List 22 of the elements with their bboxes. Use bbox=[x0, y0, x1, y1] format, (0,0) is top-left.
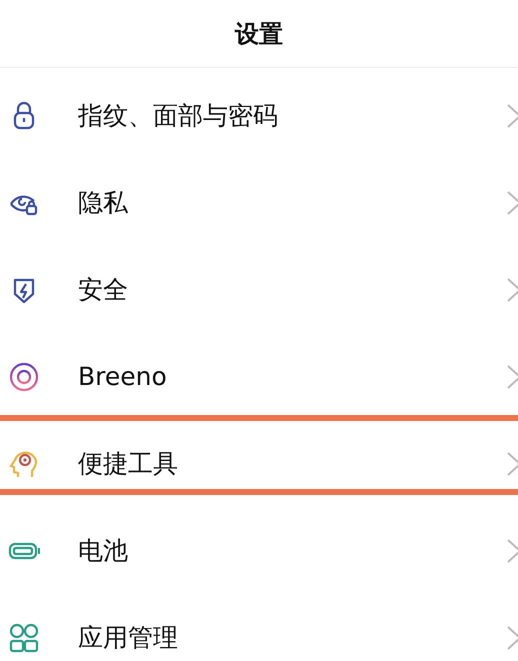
ring-icon bbox=[10, 362, 38, 391]
apps-icon bbox=[10, 623, 38, 652]
chevron-icon bbox=[506, 276, 518, 302]
page-title: 设置 bbox=[235, 18, 283, 50]
head-icon bbox=[10, 451, 38, 476]
settings-item[interactable]: 指纹、面部与密码 bbox=[78, 99, 506, 132]
settings-item[interactable]: 便捷工具 bbox=[78, 447, 506, 480]
settings-item[interactable]: 隐私 bbox=[78, 186, 506, 219]
lock-icon bbox=[14, 101, 34, 129]
chevron-icon bbox=[506, 102, 518, 128]
eye-lock-icon bbox=[10, 195, 38, 215]
settings-item[interactable]: 安全 bbox=[78, 273, 506, 306]
settings-item[interactable]: Breeno bbox=[78, 362, 506, 391]
chevron-icon bbox=[506, 624, 518, 650]
chevron-icon bbox=[506, 190, 518, 216]
shield-icon bbox=[14, 278, 34, 303]
chevron-icon bbox=[506, 364, 518, 390]
settings-item[interactable]: 应用管理 bbox=[78, 621, 506, 654]
chevron-icon bbox=[506, 450, 518, 476]
settings-item[interactable]: 电池 bbox=[78, 534, 506, 567]
battery-icon bbox=[8, 542, 40, 559]
chevron-icon bbox=[506, 538, 518, 564]
